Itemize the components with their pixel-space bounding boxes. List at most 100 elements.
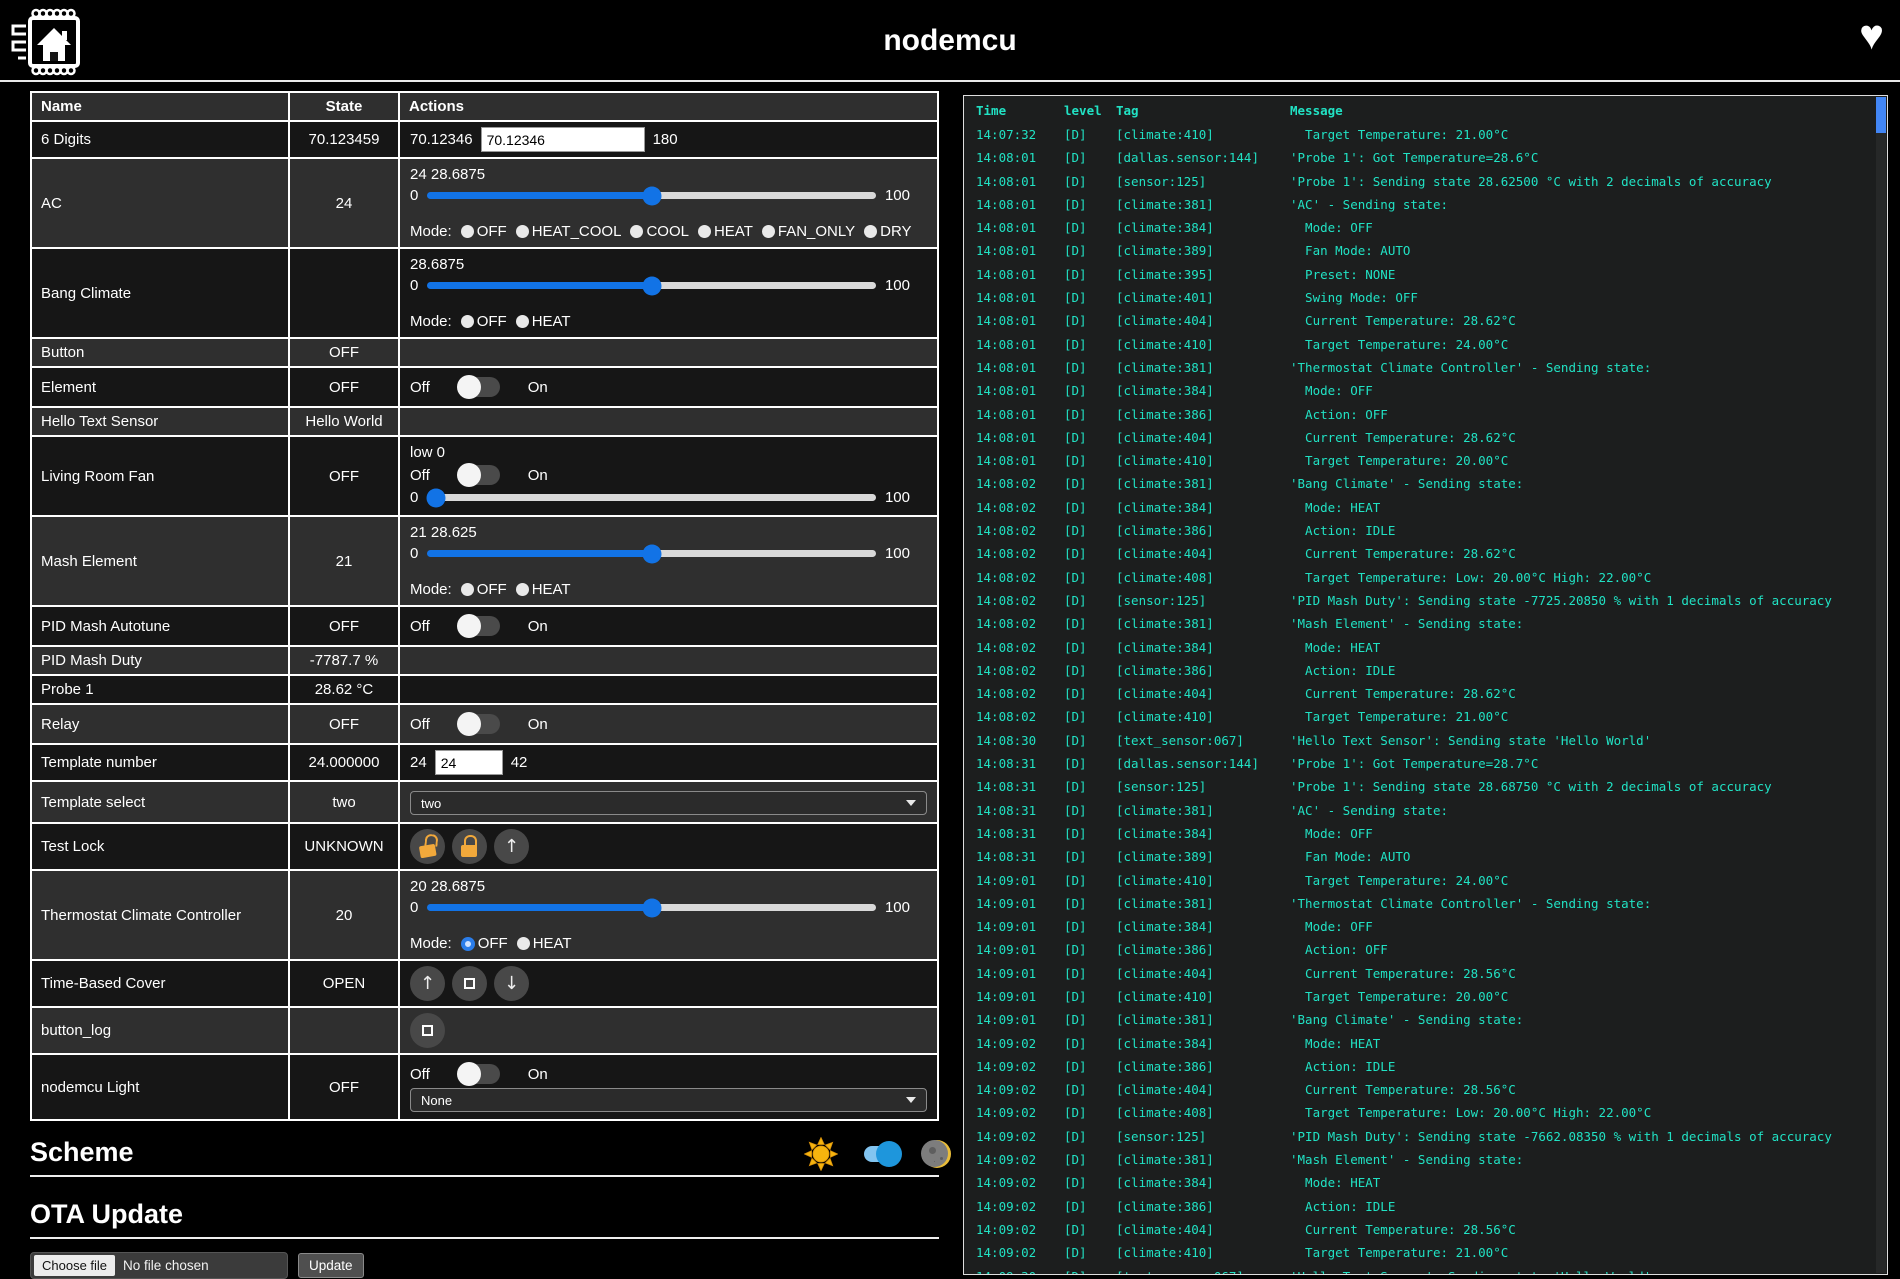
- unlock-button[interactable]: [410, 829, 445, 864]
- radio-button[interactable]: [461, 225, 474, 238]
- radio-button[interactable]: [864, 225, 877, 238]
- log-row: 14:08:02[D][climate:404] Current Tempera…: [964, 542, 1887, 565]
- log-level: [D]: [1064, 822, 1116, 845]
- log-tag: [climate:381]: [1116, 356, 1290, 379]
- mode-option-heat_cool[interactable]: HEAT_COOL: [516, 223, 622, 240]
- slider[interactable]: [427, 282, 876, 289]
- mode-option-dry[interactable]: DRY: [864, 223, 911, 240]
- slider[interactable]: [427, 192, 876, 199]
- log-tag: [sensor:125]: [1116, 775, 1290, 798]
- log-message: Current Temperature: 28.62°C: [1290, 542, 1887, 565]
- log-tag: [climate:395]: [1116, 263, 1290, 286]
- number-max-label: 42: [511, 754, 528, 771]
- radio-button[interactable]: [630, 225, 643, 238]
- scheme-toggle[interactable]: [864, 1146, 897, 1162]
- log-scrollbar[interactable]: [1876, 97, 1886, 1273]
- log-row: 14:08:01[D][climate:395] Preset: NONE: [964, 263, 1887, 286]
- mode-option-heat[interactable]: HEAT: [516, 581, 571, 598]
- log-scrollbar-thumb[interactable]: [1876, 97, 1886, 133]
- toggle-switch[interactable]: [458, 616, 500, 636]
- file-input[interactable]: Choose file No file chosen: [30, 1252, 288, 1279]
- radio-button[interactable]: [516, 583, 529, 596]
- log-message: Mode: HEAT: [1290, 1171, 1887, 1194]
- select[interactable]: two: [410, 791, 927, 815]
- radio-button[interactable]: [516, 225, 529, 238]
- log-level: [D]: [1064, 1125, 1116, 1148]
- lock-button[interactable]: [452, 829, 487, 864]
- button-group: ↑: [410, 829, 927, 864]
- log-level: [D]: [1064, 962, 1116, 985]
- log-level: [D]: [1064, 1218, 1116, 1241]
- stop-button[interactable]: [410, 1013, 445, 1048]
- slider[interactable]: [427, 904, 876, 911]
- log-tag: [climate:410]: [1116, 869, 1290, 892]
- number-input[interactable]: [481, 127, 645, 152]
- mode-option-heat[interactable]: HEAT: [516, 313, 571, 330]
- entity-state: OFF: [289, 338, 399, 367]
- stop-button[interactable]: [452, 966, 487, 1001]
- log-row: 14:09:02[D][sensor:125]'PID Mash Duty': …: [964, 1125, 1887, 1148]
- log-col-header-message: Message: [1290, 96, 1887, 126]
- radio-button[interactable]: [516, 315, 529, 328]
- log-tag: [climate:386]: [1116, 659, 1290, 682]
- log-tag: [climate:386]: [1116, 938, 1290, 961]
- entity-name: Template number: [31, 744, 289, 781]
- log-message: 'Probe 1': Got Temperature=28.6°C: [1290, 146, 1887, 169]
- mode-option-heat[interactable]: HEAT: [517, 935, 572, 952]
- slider-min-label: 0: [410, 545, 418, 562]
- arrow-down-button[interactable]: ↓: [494, 966, 529, 1001]
- log-level: [D]: [1064, 449, 1116, 472]
- mode-option-off[interactable]: OFF: [461, 223, 507, 240]
- entity-name: Probe 1: [31, 675, 289, 704]
- mode-option-off[interactable]: OFF: [461, 935, 508, 952]
- mode-option-heat[interactable]: HEAT: [698, 223, 753, 240]
- log-row: 14:08:02[D][sensor:125]'PID Mash Duty': …: [964, 589, 1887, 612]
- log-row: 14:08:01[D][climate:384] Mode: OFF: [964, 216, 1887, 239]
- log-row: 14:09:02[D][climate:386] Action: IDLE: [964, 1195, 1887, 1218]
- log-col-header-tag: Tag: [1116, 96, 1290, 126]
- arrow-up-button[interactable]: ↑: [410, 966, 445, 1001]
- log-level: [D]: [1064, 496, 1116, 519]
- mode-row: Mode:OFFHEAT_COOLCOOLHEATFAN_ONLYDRY: [410, 223, 927, 240]
- slider-thumb[interactable]: [642, 544, 661, 563]
- log-row: 14:09:02[D][climate:404] Current Tempera…: [964, 1078, 1887, 1101]
- log-tag: [climate:404]: [1116, 1078, 1290, 1101]
- slider-thumb[interactable]: [427, 488, 446, 507]
- slider[interactable]: [427, 550, 876, 557]
- mode-option-off[interactable]: OFF: [461, 581, 507, 598]
- toggle-switch[interactable]: [458, 1064, 500, 1084]
- log-level: [D]: [1064, 193, 1116, 216]
- entity-actions: [399, 407, 938, 436]
- number-min-label: 70.12346: [410, 131, 473, 148]
- radio-button[interactable]: [461, 583, 474, 596]
- mode-option-fan_only[interactable]: FAN_ONLY: [762, 223, 855, 240]
- update-button[interactable]: Update: [298, 1253, 364, 1278]
- slider-thumb[interactable]: [642, 186, 661, 205]
- entity-name: button_log: [31, 1007, 289, 1054]
- radio-button[interactable]: [461, 315, 474, 328]
- entity-actions: [399, 675, 938, 704]
- radio-button[interactable]: [698, 225, 711, 238]
- select[interactable]: None: [410, 1088, 927, 1112]
- log-row: 14:08:01[D][climate:384] Mode: OFF: [964, 379, 1887, 402]
- slider-row: 0100: [410, 545, 910, 562]
- slider-thumb[interactable]: [642, 898, 661, 917]
- toggle-switch[interactable]: [458, 377, 500, 397]
- radio-button[interactable]: [517, 937, 530, 950]
- mode-option-cool[interactable]: COOL: [630, 223, 689, 240]
- slider[interactable]: [427, 494, 876, 501]
- radio-button[interactable]: [762, 225, 775, 238]
- arrow-up-button[interactable]: ↑: [494, 829, 529, 864]
- toggle-switch[interactable]: [458, 465, 500, 485]
- slider-thumb[interactable]: [642, 276, 661, 295]
- log-tag: [sensor:125]: [1116, 170, 1290, 193]
- radio-label: OFF: [478, 935, 508, 952]
- number-input[interactable]: [435, 750, 503, 775]
- toggle-switch[interactable]: [458, 714, 500, 734]
- mode-option-off[interactable]: OFF: [461, 313, 507, 330]
- log-time: 14:07:32: [976, 123, 1064, 146]
- toggle-knob: [457, 375, 481, 399]
- entity-actions: two: [399, 781, 938, 823]
- choose-file-button[interactable]: Choose file: [34, 1255, 115, 1276]
- radio-button[interactable]: [461, 937, 475, 951]
